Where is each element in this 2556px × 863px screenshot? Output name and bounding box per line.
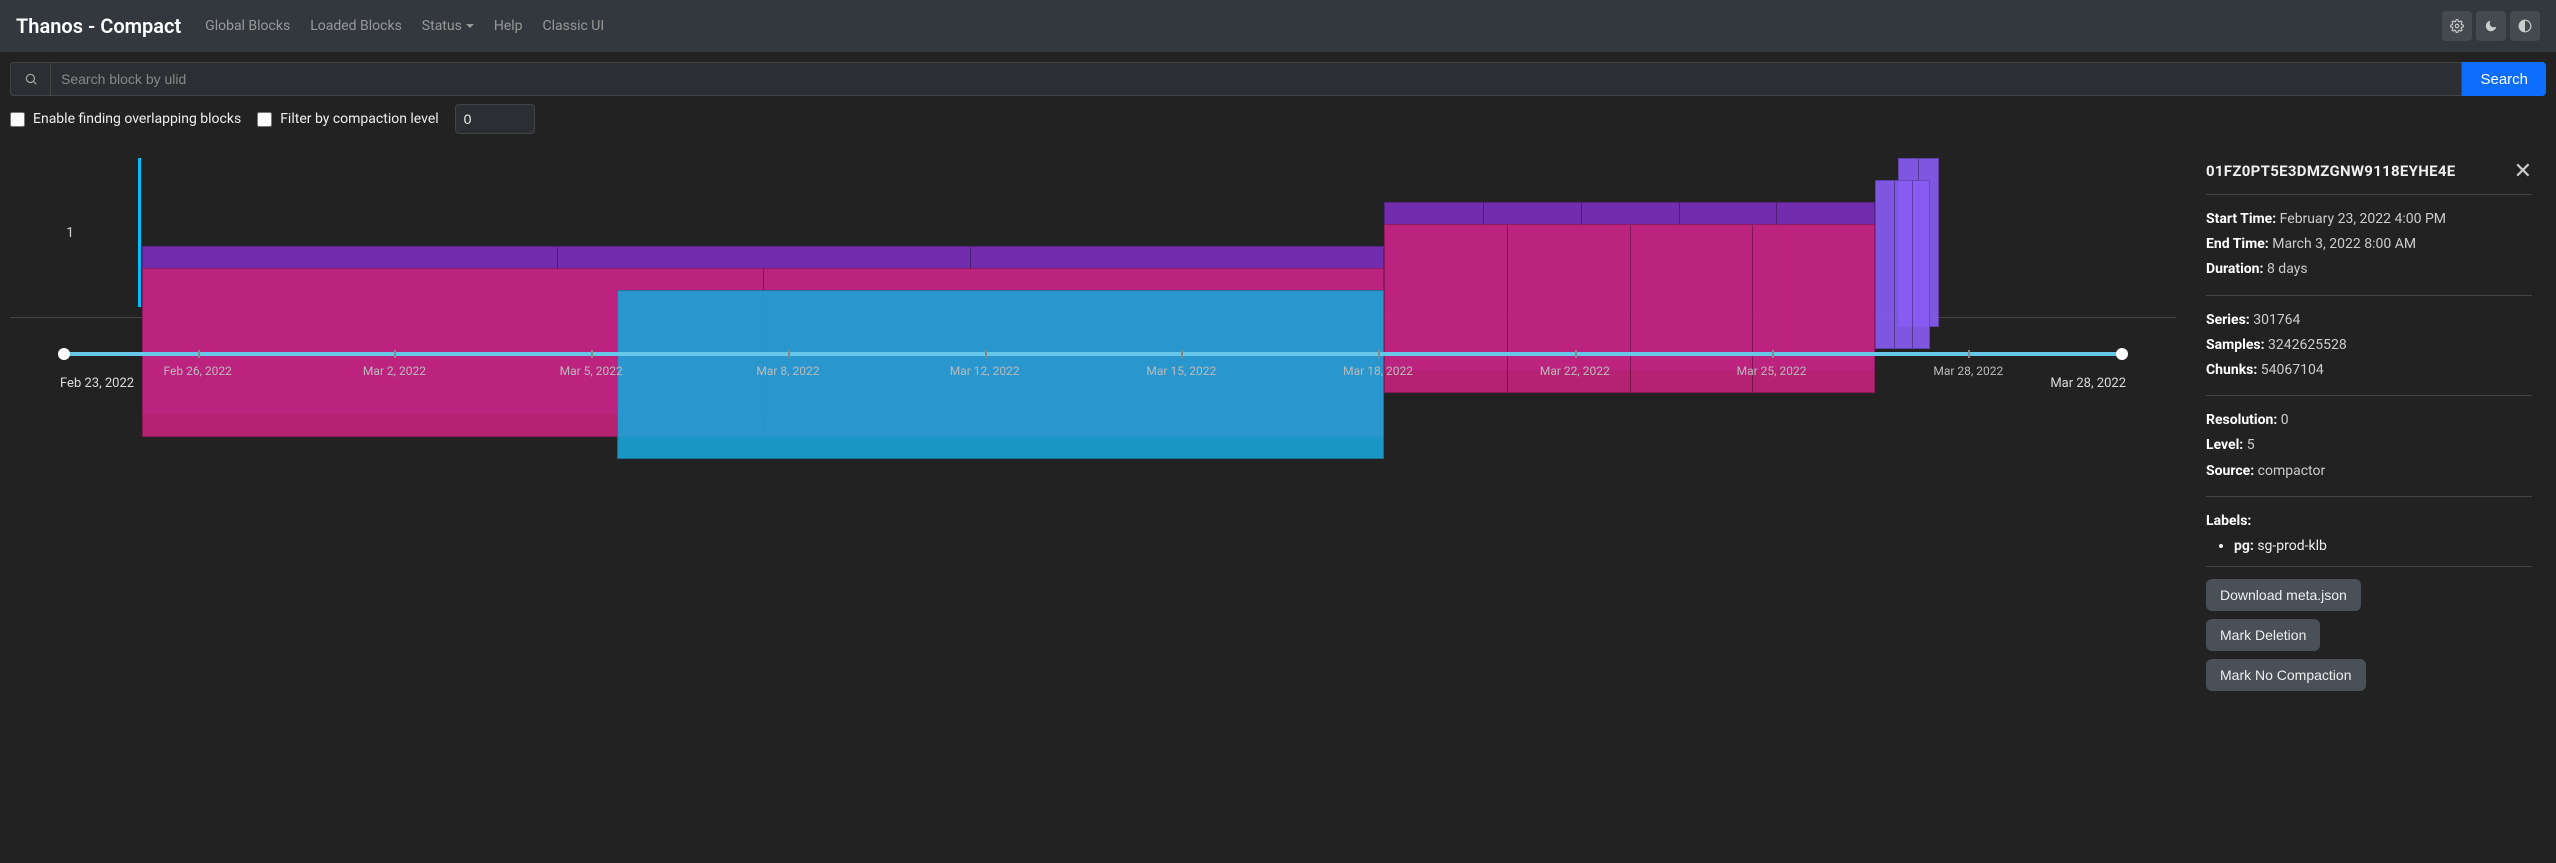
nav-status[interactable]: Status — [422, 18, 474, 34]
tick-label: Mar 2, 2022 — [363, 364, 426, 378]
tick-mark — [1181, 350, 1183, 358]
source-value: compactor — [2258, 463, 2326, 479]
tick-label: Mar 15, 2022 — [1146, 364, 1216, 378]
navbar: Thanos - Compact Global Blocks Loaded Bl… — [0, 0, 2556, 52]
tick-mark — [1378, 350, 1380, 358]
series-label: Series: — [2206, 312, 2250, 328]
duration-value: 8 days — [2267, 261, 2308, 277]
nav-loaded-blocks[interactable]: Loaded Blocks — [310, 18, 402, 34]
filter-level-checkbox[interactable]: Filter by compaction level — [257, 111, 438, 127]
tick-mark — [1772, 350, 1774, 358]
current-time-indicator — [138, 158, 141, 307]
slider-handle-start[interactable] — [58, 348, 70, 360]
labels-label: Labels: — [2206, 513, 2251, 529]
tick-label: Mar 8, 2022 — [756, 364, 819, 378]
nav-links: Global Blocks Loaded Blocks Status Help … — [205, 18, 2418, 34]
duration-label: Duration: — [2206, 261, 2263, 277]
compaction-level-input[interactable] — [455, 104, 535, 134]
tick-label: Mar 18, 2022 — [1343, 364, 1413, 378]
settings-icon[interactable] — [2442, 11, 2472, 41]
tick-mark — [394, 350, 396, 358]
main: 1 Feb 26, 2022 Mar 2, 2022 Mar 5, 2022 Mar … — [0, 144, 2556, 863]
download-meta-button[interactable]: Download meta.json — [2206, 579, 2361, 611]
enable-overlap-checkbox[interactable]: Enable finding overlapping blocks — [10, 111, 241, 127]
tick-mark — [198, 350, 200, 358]
tick-mark — [1575, 350, 1577, 358]
nav-classic-ui[interactable]: Classic UI — [543, 18, 605, 34]
level-value: 5 — [2247, 437, 2255, 453]
level-label: Level: — [2206, 437, 2243, 453]
block-segment[interactable] — [1875, 180, 1930, 349]
resolution-value: 0 — [2281, 412, 2289, 428]
tick-label: Mar 22, 2022 — [1540, 364, 1610, 378]
start-time-value: February 23, 2022 4:00 PM — [2280, 211, 2446, 227]
tick-label: Mar 28, 2022 — [1933, 364, 2003, 378]
source-label: Source: — [2206, 463, 2254, 479]
nav-global-blocks[interactable]: Global Blocks — [205, 18, 290, 34]
slider-track — [60, 352, 2126, 356]
chunks-value: 54067104 — [2261, 362, 2324, 378]
chart-row: 1 — [10, 148, 2176, 318]
block-details-panel: 01FZ0PT5E3DMZGNW9118EYHE4E ✕ Start Time:… — [2186, 144, 2556, 863]
tick-label: Mar 5, 2022 — [560, 364, 623, 378]
block-ulid: 01FZ0PT5E3DMZGNW9118EYHE4E — [2206, 162, 2456, 180]
tick-mark — [1968, 350, 1970, 358]
mark-deletion-button[interactable]: Mark Deletion — [2206, 619, 2320, 651]
nav-help[interactable]: Help — [494, 18, 523, 34]
label-key: pg: — [2234, 538, 2254, 554]
nav-right — [2442, 11, 2540, 41]
tick-label: Mar 25, 2022 — [1737, 364, 1807, 378]
brand: Thanos - Compact — [16, 14, 181, 38]
time-slider[interactable]: Feb 26, 2022 Mar 2, 2022 Mar 5, 2022 Mar 8,… — [10, 336, 2176, 386]
label-value: sg-prod-klb — [2257, 538, 2327, 554]
series-value: 301764 — [2253, 312, 2300, 328]
moon-icon[interactable] — [2476, 11, 2506, 41]
range-start-label: Feb 23, 2022 — [60, 376, 134, 391]
tracks-container — [130, 148, 2176, 317]
search-icon — [10, 62, 50, 96]
chunks-label: Chunks: — [2206, 362, 2257, 378]
tick-mark — [788, 350, 790, 358]
resolution-label: Resolution: — [2206, 412, 2277, 428]
controls-row: Enable finding overlapping blocks Filter… — [0, 102, 2556, 144]
mark-no-compaction-button[interactable]: Mark No Compaction — [2206, 659, 2366, 691]
samples-label: Samples: — [2206, 337, 2265, 353]
contrast-icon[interactable] — [2510, 11, 2540, 41]
tick-mark — [985, 350, 987, 358]
end-time-value: March 3, 2022 8:00 AM — [2272, 236, 2416, 252]
search-button[interactable]: Search — [2462, 62, 2546, 96]
range-end-label: Mar 28, 2022 — [2050, 376, 2126, 391]
slider-handle-end[interactable] — [2116, 348, 2128, 360]
tick-label: Feb 26, 2022 — [164, 364, 232, 378]
filter-level-label: Filter by compaction level — [280, 111, 438, 127]
end-time-label: End Time: — [2206, 236, 2269, 252]
enable-overlap-label: Enable finding overlapping blocks — [33, 111, 241, 127]
y-axis-label: 1 — [10, 225, 130, 241]
samples-value: 3242625528 — [2268, 337, 2347, 353]
start-time-label: Start Time: — [2206, 211, 2276, 227]
chart-area: 1 Feb 26, 2022 Mar 2, 2022 Mar 5, 2022 Mar … — [0, 144, 2186, 863]
tick-mark — [591, 350, 593, 358]
label-item: pg: sg-prod-klb — [2234, 538, 2532, 554]
tick-label: Mar 12, 2022 — [950, 364, 1020, 378]
close-icon[interactable]: ✕ — [2514, 160, 2532, 182]
search-input[interactable] — [50, 62, 2462, 96]
search-row: Search — [0, 52, 2556, 102]
